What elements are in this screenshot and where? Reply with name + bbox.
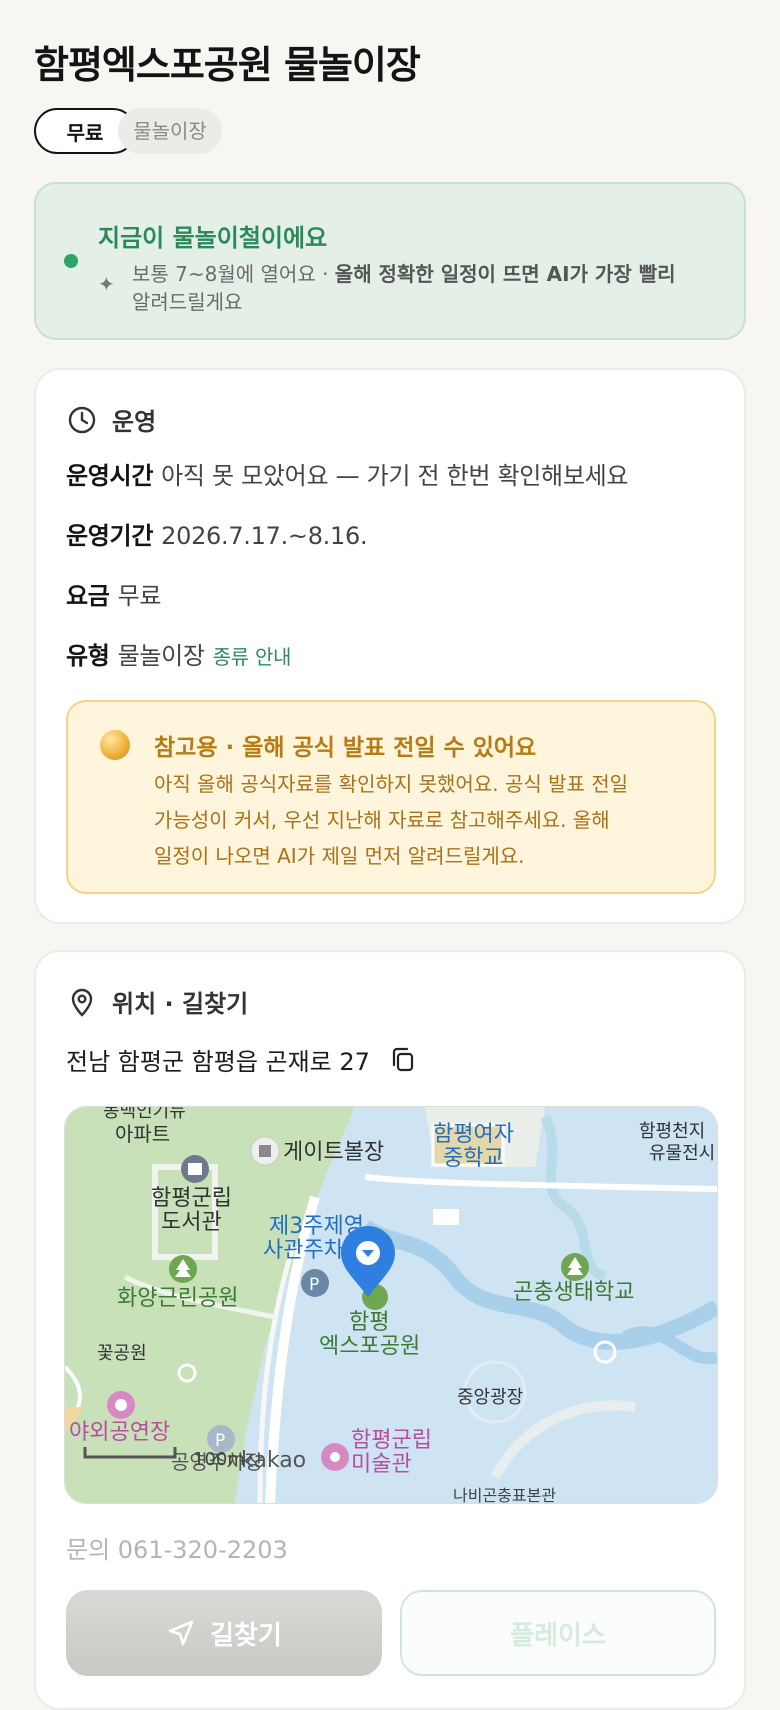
location-heading: 위치 · 길찾기 bbox=[66, 984, 248, 1019]
clock-icon bbox=[68, 406, 96, 433]
chip-waterpark[interactable]: 물놀이장 bbox=[118, 108, 222, 154]
map-brand-logo: kakao bbox=[241, 1448, 306, 1473]
page-title: 함평엑스포공원 물놀이장 bbox=[34, 43, 421, 87]
address-text: 전남 함평군 함평읍 곤재로 27 bbox=[66, 1048, 370, 1076]
map-view[interactable]: 아파트 동백인기뉴 게이트볼장 함평여자 중학교 함평천지 유물전시 함평군립 … bbox=[64, 1106, 718, 1504]
map-label-apt-partial: 동백인기뉴 bbox=[103, 1107, 186, 1122]
operation-hours-row: 운영시간 아직 못 모았어요 — 가기 전 한번 확인해보세요 bbox=[66, 462, 629, 490]
navigation-arrow-icon bbox=[168, 1620, 194, 1646]
map-label-girls-school: 함평여자 bbox=[433, 1122, 514, 1147]
map-label-expo-2: 엑스포공원 bbox=[319, 1334, 420, 1359]
map-label-outdoor-stage: 야외공연장 bbox=[69, 1420, 170, 1445]
map-label-relic: 함평천지 bbox=[639, 1121, 705, 1142]
map-label-hwayang-park: 화양근린공원 bbox=[117, 1286, 238, 1311]
map-label-flower-garden: 꽃공원 bbox=[97, 1343, 147, 1364]
operation-fee-row: 요금 무료 bbox=[66, 582, 162, 610]
notice-body: 아직 올해 공식자료를 확인하지 못했어요. 공식 발표 전일 가능성이 커서, … bbox=[154, 772, 629, 868]
notice-title: 참고용 · 올해 공식 발표 전일 수 있어요 bbox=[154, 735, 537, 761]
operation-heading: 운영 bbox=[66, 402, 156, 437]
map-label-relic-2: 유물전시 bbox=[649, 1143, 715, 1164]
season-banner: 지금이 물놀이철이에요 ✦ 보통 7~8월에 열어요 · 올해 정확한 일정이 … bbox=[34, 182, 746, 340]
coin-icon bbox=[100, 730, 130, 760]
season-status-dot bbox=[64, 254, 78, 268]
copy-icon[interactable] bbox=[388, 1045, 418, 1075]
map-label-gateball: 게이트볼장 bbox=[283, 1140, 384, 1165]
map-label-library-2: 도서관 bbox=[161, 1210, 222, 1235]
sparkle-icon: ✦ bbox=[98, 272, 115, 296]
map-label-library: 함평군립 bbox=[151, 1186, 232, 1211]
svg-text:P: P bbox=[215, 1431, 225, 1451]
inquiry-phone[interactable]: 문의 061-320-2203 bbox=[66, 1530, 288, 1565]
season-headline: 지금이 물놀이철이에요 bbox=[98, 224, 328, 252]
address-row: 전남 함평군 함평읍 곤재로 27 bbox=[66, 1042, 418, 1077]
map-label-apt: 아파트 bbox=[115, 1122, 170, 1146]
map-label-butterfly: 나비곤충표본관 bbox=[453, 1486, 556, 1503]
location-heading-text: 위치 · 길찾기 bbox=[112, 990, 249, 1018]
map-label-art-museum: 함평군립 bbox=[351, 1428, 432, 1453]
place-button[interactable]: 플레이스 bbox=[400, 1590, 716, 1676]
location-pin-icon bbox=[71, 988, 93, 1017]
route-button-label: 길찾기 bbox=[210, 1620, 282, 1651]
map-label-expo: 함평 bbox=[349, 1310, 389, 1335]
svg-text:P: P bbox=[309, 1275, 319, 1295]
season-description: 보통 7~8월에 열어요 · 올해 정확한 일정이 뜨면 AI가 가장 빨리 알려… bbox=[132, 262, 676, 314]
operation-period-row: 운영기간 2026.7.17.~8.16. bbox=[66, 522, 368, 550]
map-label-girls-school-2: 중학교 bbox=[443, 1146, 504, 1171]
route-button[interactable]: 길찾기 bbox=[66, 1590, 382, 1676]
operation-card: 운영 운영시간 아직 못 모았어요 — 가기 전 한번 확인해보세요 운영기간 20… bbox=[34, 368, 746, 924]
map-label-central-plaza: 중앙광장 bbox=[457, 1387, 523, 1408]
reference-notice: 참고용 · 올해 공식 발표 전일 수 있어요 아직 올해 공식자료를 확인하지… bbox=[66, 700, 716, 894]
map-label-art-museum-2: 미술관 bbox=[351, 1452, 412, 1477]
type-info-link[interactable]: 종류 안내 bbox=[213, 645, 292, 669]
operation-heading-text: 운영 bbox=[112, 408, 157, 436]
place-button-label: 플레이스 bbox=[510, 1620, 606, 1651]
map-scale-label: 100m bbox=[193, 1449, 245, 1470]
location-card: 위치 · 길찾기 전남 함평군 함평읍 곤재로 27 아파트 동백인기뉴 게이트… bbox=[34, 950, 746, 1710]
map-label-insect-school: 곤충생태학교 bbox=[513, 1280, 634, 1305]
operation-type-row: 유형 물놀이장 종류 안내 bbox=[66, 642, 292, 670]
